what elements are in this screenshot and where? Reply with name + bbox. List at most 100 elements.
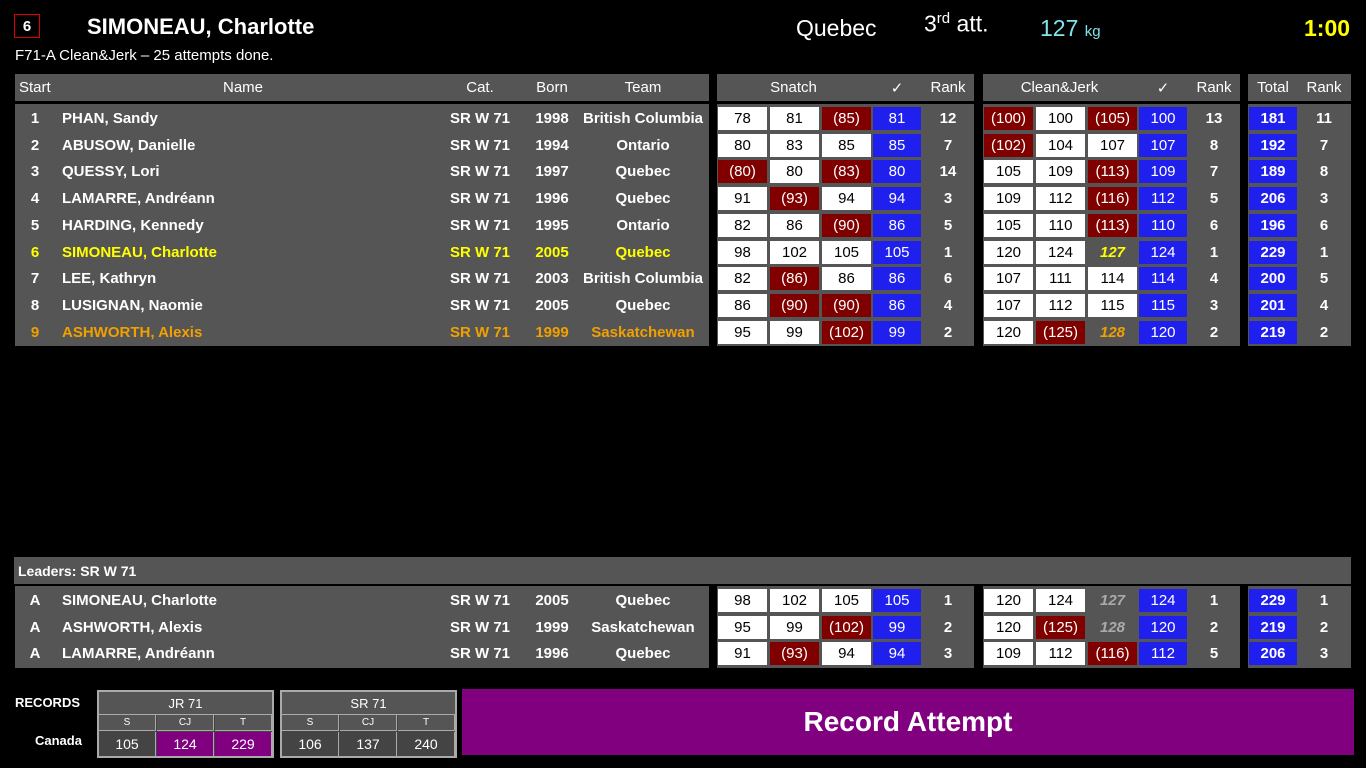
snatch-attempt-1: 98	[717, 588, 768, 613]
current-athlete-name: SIMONEAU, Charlotte	[87, 14, 315, 39]
row-category: SR W 71	[449, 270, 510, 287]
row-born: 1999	[535, 324, 569, 341]
cj-rank: 1	[1209, 592, 1219, 609]
total-rank: 3	[1319, 190, 1329, 207]
cj-attempt-3: 128	[1099, 619, 1126, 636]
cj-attempt-3: 115	[1087, 293, 1138, 318]
row-born: 1997	[535, 163, 569, 180]
record-category: SR 71	[282, 692, 455, 715]
weight-unit: kg	[1084, 23, 1101, 40]
row-born: 2005	[535, 592, 569, 609]
cj-attempt-1: 105	[983, 213, 1034, 238]
row-born: 1995	[535, 217, 569, 234]
row-athlete-name: ASHWORTH, Alexis	[62, 619, 203, 636]
row-team: Quebec	[615, 592, 671, 609]
snatch-attempt-2: 86	[769, 213, 820, 238]
snatch-best: 99	[872, 615, 922, 640]
cj-attempt-2: (125)	[1035, 320, 1086, 345]
cj-attempt-2: (125)	[1035, 615, 1086, 640]
snatch-attempt-1: 80	[717, 133, 768, 158]
snatch-best: 80	[872, 159, 922, 184]
cj-attempt-3: (113)	[1087, 159, 1138, 184]
cj-attempt-3: (105)	[1087, 106, 1138, 131]
row-start-number: 9	[30, 324, 40, 341]
row-athlete-name: HARDING, Kennedy	[62, 217, 204, 234]
snatch-attempt-3: 105	[821, 588, 872, 613]
attempt-clock: 1:00	[1304, 15, 1351, 41]
record-lift-header: T	[215, 715, 272, 731]
row-athlete-name: SIMONEAU, Charlotte	[62, 592, 218, 609]
snatch-best: 105	[872, 240, 922, 265]
cj-attempt-1: (100)	[983, 106, 1034, 131]
row-team: Quebec	[615, 645, 671, 662]
row-category: SR W 71	[449, 217, 510, 234]
total-value: 201	[1248, 293, 1298, 318]
cj-attempt-2: 111	[1035, 266, 1086, 291]
row-born: 1999	[535, 619, 569, 636]
row-born: 2005	[535, 297, 569, 314]
row-team: Saskatchewan	[591, 619, 695, 636]
total-rank: 6	[1319, 217, 1329, 234]
col-header-snatch: Snatch	[717, 74, 870, 101]
row-team: Quebec	[615, 244, 671, 261]
col-header-cj-rank: Rank	[1188, 74, 1240, 101]
cj-attempt-2: 124	[1035, 588, 1086, 613]
record-value: 105	[99, 732, 156, 756]
snatch-attempt-1: 82	[717, 266, 768, 291]
row-athlete-name: LEE, Kathryn	[62, 270, 157, 287]
cj-attempt-1: 120	[983, 615, 1034, 640]
cj-attempt-3: (116)	[1087, 641, 1138, 666]
col-header-start: Start	[15, 74, 55, 101]
cj-attempt-2: 112	[1035, 293, 1086, 318]
snatch-attempt-1: (80)	[717, 159, 768, 184]
snatch-attempt-1: 82	[717, 213, 768, 238]
snatch-best: 81	[872, 106, 922, 131]
record-attempt-banner: Record Attempt	[462, 689, 1354, 755]
total-rank: 1	[1319, 244, 1329, 261]
snatch-best: 85	[872, 133, 922, 158]
snatch-attempt-2: 102	[769, 240, 820, 265]
snatch-attempt-1: 91	[717, 186, 768, 211]
snatch-attempt-1: 95	[717, 320, 768, 345]
row-born: 1996	[535, 645, 569, 662]
row-start-number: 6	[30, 244, 40, 261]
row-team: Ontario	[616, 217, 670, 234]
row-category: SR W 71	[449, 244, 510, 261]
row-start-number: 1	[30, 110, 40, 127]
cj-rank: 8	[1209, 137, 1219, 154]
snatch-attempt-3: 94	[821, 186, 872, 211]
cj-rank: 4	[1209, 270, 1219, 287]
cj-rank: 7	[1209, 163, 1219, 180]
snatch-attempt-2: 99	[769, 615, 820, 640]
total-rank: 4	[1319, 297, 1329, 314]
cj-attempt-3: (116)	[1087, 186, 1138, 211]
cj-attempt-1: 120	[983, 240, 1034, 265]
record-value: 229	[215, 732, 272, 756]
records-label: RECORDS	[15, 695, 81, 710]
cj-attempt-1: 105	[983, 159, 1034, 184]
row-athlete-name: LUSIGNAN, Naomie	[62, 297, 203, 314]
total-value: 229	[1248, 588, 1298, 613]
cj-best: 120	[1138, 320, 1188, 345]
start-number-badge: 6	[14, 14, 40, 38]
cj-attempt-3: 127	[1099, 592, 1126, 609]
total-rank: 2	[1319, 324, 1329, 341]
cj-attempt-2: 112	[1035, 186, 1086, 211]
col-header-name: Name	[58, 74, 428, 101]
cj-rank: 3	[1209, 297, 1219, 314]
row-athlete-name: LAMARRE, Andréann	[62, 190, 215, 207]
record-table: SR 71 S 106 CJ 137 T 240	[280, 690, 457, 758]
record-table: JR 71 S 105 CJ 124 T 229	[97, 690, 274, 758]
row-category: SR W 71	[449, 110, 510, 127]
row-category: SR W 71	[449, 297, 510, 314]
record-value: 106	[282, 732, 339, 756]
row-born: 1998	[535, 110, 569, 127]
snatch-attempt-3: 94	[821, 641, 872, 666]
record-value: 137	[340, 732, 397, 756]
attempt-number: 3	[924, 10, 937, 37]
cj-rank: 13	[1205, 110, 1223, 127]
row-athlete-name: QUESSY, Lori	[62, 163, 160, 180]
record-lift-header: CJ	[157, 715, 214, 731]
record-value: 240	[398, 732, 455, 756]
row-start-number: A	[29, 592, 41, 609]
